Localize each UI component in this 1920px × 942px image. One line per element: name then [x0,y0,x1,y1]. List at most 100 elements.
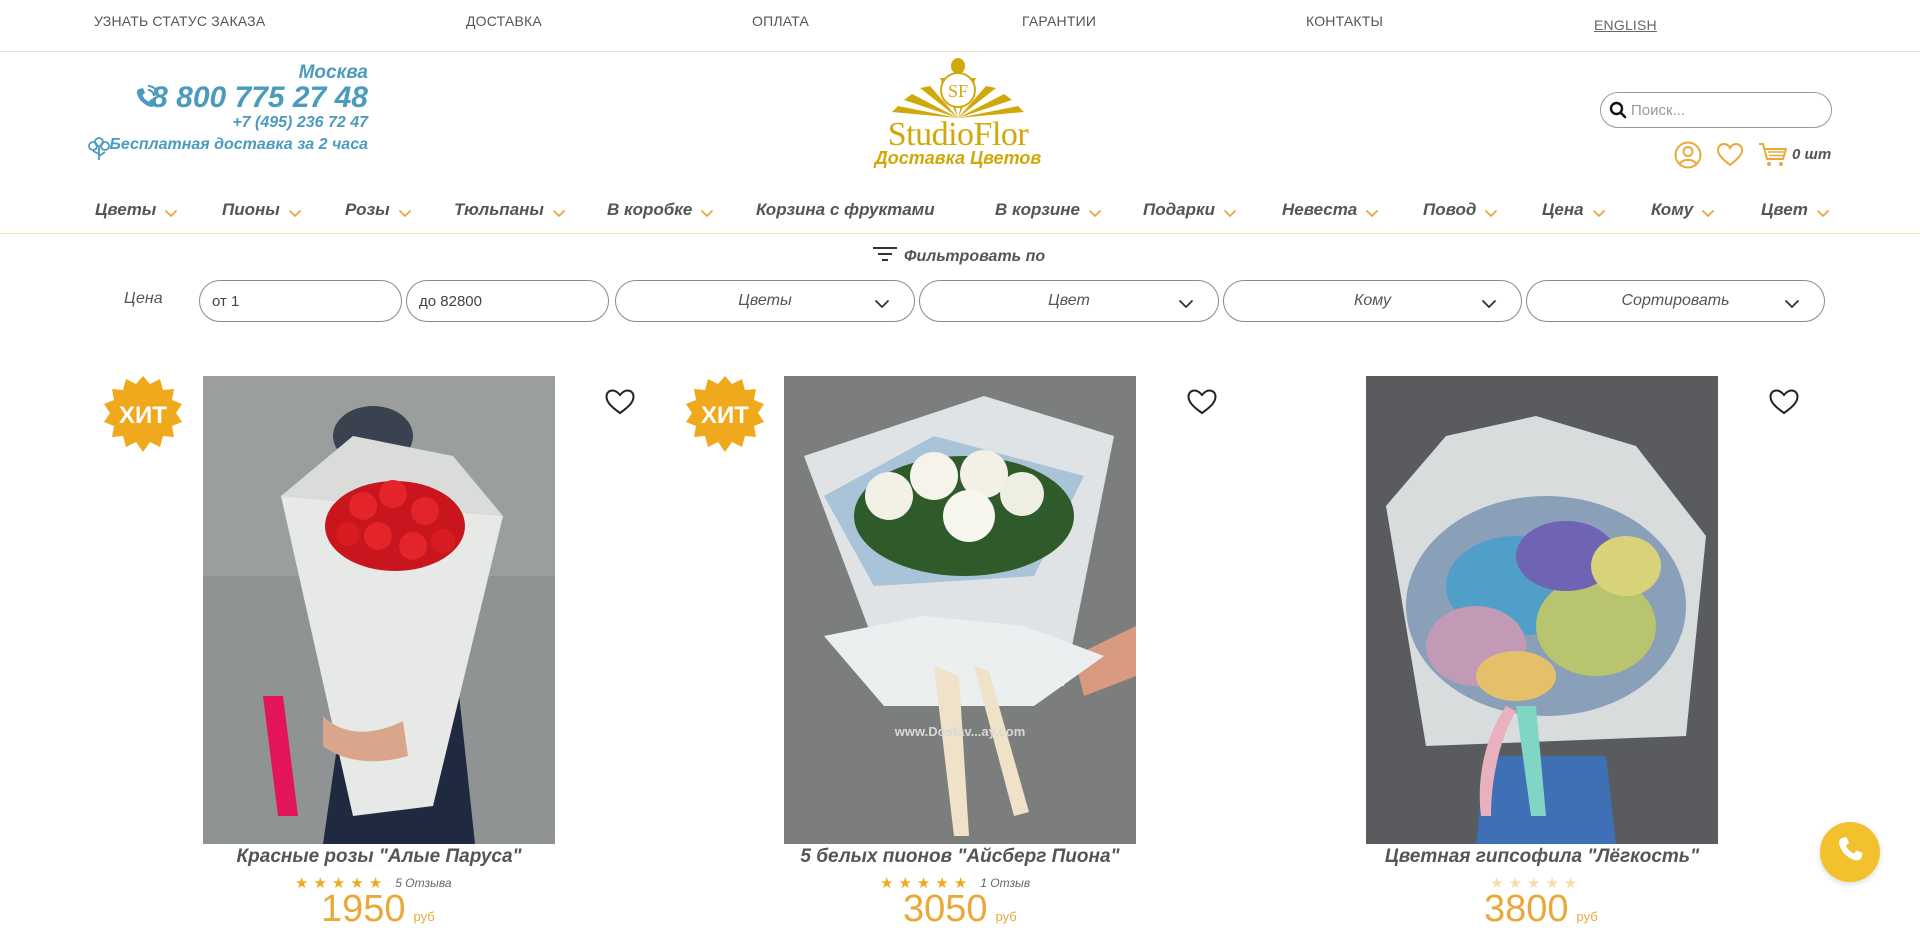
nav-item-label: Цвет [1761,200,1808,219]
filter-toggle[interactable]: Фильтровать по [872,244,1045,269]
nav-item-label: Повод [1423,200,1477,219]
order-status-link[interactable]: УЗНАТЬ СТАТУС ЗАКАЗА [94,13,265,29]
chevron-down-icon [1701,203,1715,223]
nav-item-roses[interactable]: Розы [345,196,412,224]
price-from-field[interactable] [199,280,402,322]
nav-item-label: Кому [1651,200,1694,219]
nav-item-in-box[interactable]: В коробке [607,196,714,224]
nav-item-label: Невеста [1282,200,1358,219]
product-name[interactable]: Красные розы "Алые Паруса" [119,846,639,868]
nav-item-gifts[interactable]: Подарки [1143,196,1237,224]
chevron-down-icon [1484,203,1498,223]
select-label: Цвет [1048,292,1090,309]
chevron-down-icon [288,203,302,223]
chevron-down-icon [398,203,412,223]
flowers-select[interactable]: Цветы [615,280,915,322]
nav-item-fruit-basket[interactable]: Корзина с фруктами [756,196,935,224]
nav-item-label: Цена [1542,200,1584,219]
cart-count[interactable]: 0 шт [1792,146,1831,163]
price-currency: руб [1576,909,1598,924]
nav-item-label: В корзине [995,200,1080,219]
chevron-down-icon [1784,296,1800,314]
chevron-down-icon [1481,296,1497,314]
phone-main[interactable]: 8 800 775 27 48 [151,81,368,115]
cart-icon[interactable] [1758,142,1788,173]
nav-item-label: Тюльпаны [454,200,544,219]
nav-item-label: Корзина с фруктами [756,200,935,219]
favorite-heart-icon[interactable] [1768,388,1800,421]
logo[interactable]: SF StudioFlor Доставка Цветов [868,58,1048,170]
recipient-select[interactable]: Кому [1223,280,1522,322]
main-nav: Цветы Пионы Розы Тюльпаны В коробке Корз… [0,196,1920,234]
free-delivery-text: Бесплатная доставка за 2 часа [109,136,368,153]
logo-monogram: SF [948,81,968,101]
sort-select[interactable]: Сортировать [1526,280,1825,322]
price-to-input[interactable] [419,292,608,310]
product-watermark: www.Dostav...ay.com [894,724,1026,739]
product-name[interactable]: Цветная гипсофила "Лёгкость" [1282,846,1802,868]
logo-tagline: Доставка Цветов [874,148,1042,168]
product-price: 3800 руб [1484,888,1598,931]
nav-item-price[interactable]: Цена [1542,196,1606,224]
nav-item-color[interactable]: Цвет [1761,196,1830,224]
nav-item-label: Пионы [222,200,280,219]
filter-title: Фильтровать по [904,247,1046,265]
nav-item-peonies[interactable]: Пионы [222,196,302,224]
phone-second[interactable]: +7 (495) 236 72 47 [232,114,368,132]
contacts-link[interactable]: КОНТАКТЫ [1306,13,1383,29]
delivery-link[interactable]: ДОСТАВКА [466,13,542,29]
callback-button[interactable] [1820,822,1880,882]
color-select[interactable]: Цвет [919,280,1219,322]
search-icon[interactable] [1609,101,1627,124]
product-image[interactable] [1366,376,1718,844]
hit-badge-text: ХИТ [701,402,749,429]
payment-link[interactable]: ОПЛАТА [752,13,809,29]
nav-item-tulips[interactable]: Тюльпаны [454,196,566,224]
price-value: 3800 [1484,888,1569,930]
product-image[interactable]: www.Dostav...ay.com [784,376,1136,844]
hit-badge: ХИТ [684,374,766,456]
nav-item-flowers[interactable]: Цветы [95,196,178,224]
chevron-down-icon [552,203,566,223]
chevron-down-icon [164,203,178,223]
logo-emblem: SF [892,58,1024,118]
hit-badge-text: ХИТ [119,402,167,429]
price-value: 3050 [903,888,988,930]
price-to-field[interactable] [406,280,609,322]
nav-item-label: Цветы [95,200,157,219]
chevron-down-icon [1088,203,1102,223]
select-label: Цветы [738,292,792,309]
product-name[interactable]: 5 белых пионов "Айсберг Пиона" [700,846,1220,868]
nav-item-in-basket[interactable]: В корзине [995,196,1102,224]
price-filter-label: Цена [124,290,163,307]
price-from-input[interactable] [212,292,401,310]
chevron-down-icon [1365,203,1379,223]
chevron-down-icon [1816,203,1830,223]
search-input[interactable] [1631,97,1821,123]
top-bar: УЗНАТЬ СТАТУС ЗАКАЗА ДОСТАВКА ОПЛАТА ГАР… [0,0,1920,52]
nav-item-label: В коробке [607,200,693,219]
phone-handset-icon [1835,835,1865,870]
price-currency: руб [995,909,1017,924]
guarantees-link[interactable]: ГАРАНТИИ [1022,13,1096,29]
chevron-down-icon [1592,203,1606,223]
flower-icon [86,134,112,167]
hit-badge: ХИТ [102,374,184,456]
filter-icon [872,244,898,269]
price-currency: руб [413,909,435,924]
star-icon: ★ [295,874,309,892]
select-label: Сортировать [1621,292,1730,309]
search-box[interactable] [1600,92,1832,128]
favorite-heart-icon[interactable] [604,388,636,421]
nav-item-bride[interactable]: Невеста [1282,196,1379,224]
product-image[interactable] [203,376,555,844]
favorite-heart-icon[interactable] [1186,388,1218,421]
product-price: 1950 руб [321,888,435,931]
nav-item-to-whom[interactable]: Кому [1651,196,1715,224]
english-link[interactable]: ENGLISH [1594,17,1657,33]
star-icon: ★ [880,874,894,892]
favorites-heart-icon[interactable] [1716,142,1744,173]
nav-item-occasion[interactable]: Повод [1423,196,1498,224]
chevron-down-icon [700,203,714,223]
user-icon[interactable] [1674,140,1702,175]
